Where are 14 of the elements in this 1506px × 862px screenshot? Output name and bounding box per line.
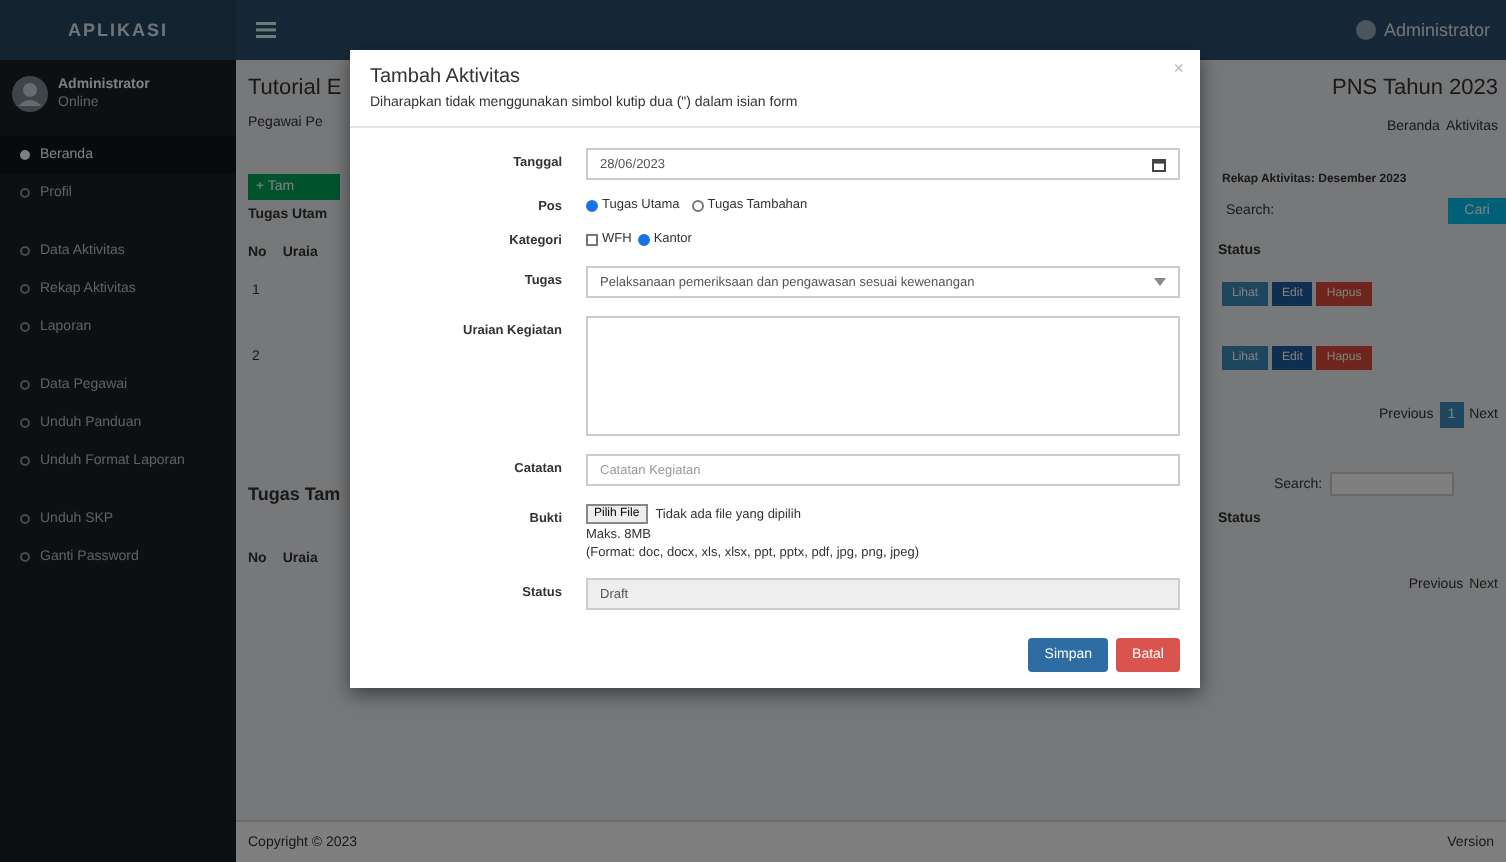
user-avatar-icon bbox=[1355, 20, 1376, 40]
page-title: PNS Tahun 2023 bbox=[1330, 76, 1500, 100]
section-title: Tugas Tam bbox=[248, 484, 343, 504]
search-field[interactable] bbox=[1330, 472, 1455, 496]
menu-icon[interactable] bbox=[256, 22, 276, 38]
brand-title: APLIKASI bbox=[67, 20, 168, 40]
caret-icon bbox=[1154, 278, 1166, 286]
text-area[interactable] bbox=[586, 316, 1180, 436]
modal-title: Tambah Aktivitas bbox=[370, 66, 523, 88]
user-name[interactable]: Administrator bbox=[1383, 20, 1490, 40]
calendar-icon bbox=[1152, 157, 1166, 171]
user-avatar-icon bbox=[12, 76, 48, 112]
close-button[interactable]: × bbox=[1173, 58, 1184, 78]
page-title: Tutorial E bbox=[248, 76, 344, 100]
